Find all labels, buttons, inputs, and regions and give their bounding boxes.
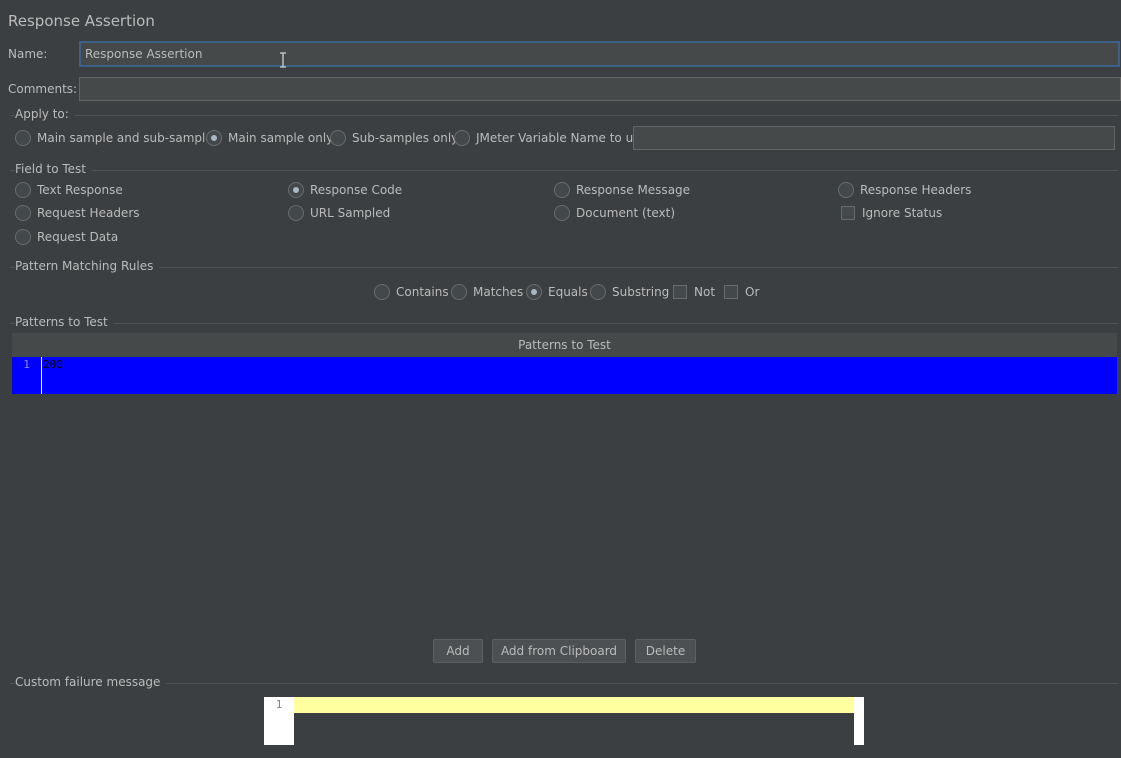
name-input[interactable]: [79, 41, 1120, 67]
radio-checked-icon: [206, 130, 222, 146]
current-line-highlight[interactable]: [294, 697, 854, 713]
radio-unchecked-icon: [15, 182, 31, 198]
field-response-message-radio[interactable]: Response Message: [554, 182, 690, 198]
checkbox-unchecked-icon: [841, 206, 855, 220]
name-label: Name:: [8, 47, 48, 61]
field-response-headers-radio[interactable]: Response Headers: [838, 182, 971, 198]
checkbox-unchecked-icon: [673, 285, 687, 299]
field-request-headers-radio[interactable]: Request Headers: [15, 205, 140, 221]
radio-unchecked-icon: [554, 182, 570, 198]
pattern-rules-divider: [10, 267, 1118, 268]
ignore-status-checkbox[interactable]: Ignore Status: [841, 206, 942, 220]
line-number: 1: [264, 697, 294, 745]
radio-unchecked-icon: [15, 229, 31, 245]
rule-substring-radio[interactable]: Substring: [590, 284, 669, 300]
patterns-divider: [10, 323, 1118, 324]
rule-or-checkbox[interactable]: Or: [724, 285, 759, 299]
radio-unchecked-icon: [15, 205, 31, 221]
radio-unchecked-icon: [838, 182, 854, 198]
apply-to-title: Apply to:: [15, 107, 75, 121]
table-row[interactable]: 1 200: [12, 357, 1117, 394]
pattern-value[interactable]: 200: [43, 357, 63, 373]
variable-name-input[interactable]: [633, 126, 1115, 150]
rule-not-checkbox[interactable]: Not: [673, 285, 715, 299]
radio-unchecked-icon: [454, 130, 470, 146]
radio-unchecked-icon: [374, 284, 390, 300]
field-document-text-radio[interactable]: Document (text): [554, 205, 675, 221]
add-from-clipboard-button[interactable]: Add from Clipboard: [492, 639, 626, 663]
delete-button[interactable]: Delete: [635, 639, 696, 663]
apply-sub-only-radio[interactable]: Sub-samples only: [330, 130, 458, 146]
radio-unchecked-icon: [590, 284, 606, 300]
patterns-column-header[interactable]: Patterns to Test: [12, 333, 1117, 357]
field-response-code-radio[interactable]: Response Code: [288, 182, 402, 198]
apply-main-only-radio[interactable]: Main sample only: [206, 130, 333, 146]
radio-unchecked-icon: [554, 205, 570, 221]
add-button[interactable]: Add: [433, 639, 483, 663]
apply-main-and-sub-radio[interactable]: Main sample and sub-samples: [15, 130, 219, 146]
apply-to-divider: [10, 115, 1118, 116]
field-url-sampled-radio[interactable]: URL Sampled: [288, 205, 390, 221]
rule-contains-radio[interactable]: Contains: [374, 284, 449, 300]
field-to-test-divider: [10, 170, 1118, 171]
apply-variable-radio[interactable]: JMeter Variable Name to use: [454, 130, 647, 146]
field-text-response-radio[interactable]: Text Response: [15, 182, 123, 198]
radio-unchecked-icon: [288, 205, 304, 221]
line-number: 1: [12, 357, 42, 394]
failure-divider: [10, 683, 1118, 684]
field-to-test-title: Field to Test: [15, 162, 93, 176]
patterns-title: Patterns to Test: [15, 315, 114, 329]
editor-body[interactable]: [294, 713, 854, 745]
rule-matches-radio[interactable]: Matches: [451, 284, 523, 300]
comments-label: Comments:: [8, 82, 78, 96]
field-request-data-radio[interactable]: Request Data: [15, 229, 118, 245]
failure-title: Custom failure message: [15, 675, 167, 689]
pattern-rules-title: Pattern Matching Rules: [15, 259, 160, 273]
text-cursor-icon: [280, 52, 286, 68]
failure-message-editor[interactable]: 1: [264, 697, 864, 745]
radio-checked-icon: [526, 284, 542, 300]
rule-equals-radio[interactable]: Equals: [526, 284, 588, 300]
page-title: Response Assertion: [8, 12, 155, 30]
checkbox-unchecked-icon: [724, 285, 738, 299]
radio-checked-icon: [288, 182, 304, 198]
radio-unchecked-icon: [451, 284, 467, 300]
comments-input[interactable]: [79, 77, 1121, 101]
radio-unchecked-icon: [330, 130, 346, 146]
radio-unchecked-icon: [15, 130, 31, 146]
